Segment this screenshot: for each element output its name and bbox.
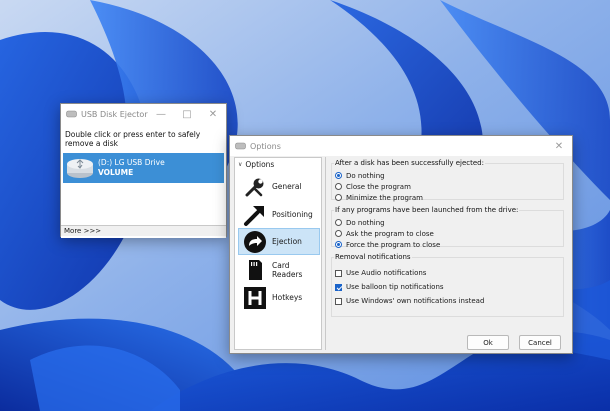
cancel-button[interactable]: Cancel [519,335,561,350]
sd-card-icon [249,259,262,280]
nav-item-positioning[interactable]: Positioning [238,201,320,228]
nav-item-hotkeys[interactable]: Hotkeys [238,284,320,311]
option-label: Ask the program to close [346,229,434,238]
windows-notifications-option[interactable]: Use Windows' own notifications instead [332,294,563,308]
maximize-button[interactable]: □ [174,104,200,124]
options-nav-tree: ∨ Options General Positioning Ejection C… [234,157,322,350]
drive-list-item[interactable]: (D:) LG USB Drive VOLUME [63,153,224,183]
nav-item-general[interactable]: General [238,173,320,200]
minimize-button[interactable]: — [148,104,174,124]
nav-root-label: Options [245,160,275,169]
options-title: Options [250,141,281,151]
programs-option-ask-close[interactable]: Ask the program to close [332,228,563,239]
option-label: Use Windows' own notifications instead [346,297,485,305]
h-key-icon [244,286,266,309]
arrow-icon [244,205,264,226]
close-button[interactable]: ✕ [200,104,226,124]
option-label: Do nothing [346,218,385,227]
group-title: If any programs have been launched from … [334,206,520,214]
usb-drive-icon [235,142,246,150]
nav-item-label: Positioning [272,210,313,219]
option-label: Close the program [346,182,411,191]
checkbox[interactable] [335,269,342,277]
eject-icon [244,230,266,253]
radio-button[interactable] [335,183,342,190]
balloon-tip-notifications-option[interactable]: Use balloon tip notifications [332,280,563,294]
drive-name: (D:) LG USB Drive [98,158,165,167]
radio-button[interactable] [335,219,342,226]
nav-item-card-readers[interactable]: Card Readers [238,256,320,283]
after-eject-option-minimize[interactable]: Minimize the program [332,192,563,203]
radio-button[interactable] [335,230,342,237]
nav-root[interactable]: ∨ Options [235,158,321,171]
eject-hint: Double click or press enter to safely re… [65,130,201,148]
radio-button[interactable] [335,194,342,201]
group-title: After a disk has been successfully eject… [334,159,485,167]
ejector-titlebar[interactable]: USB Disk Ejector — □ ✕ [61,104,226,124]
removal-notifications-group: Removal notifications Use Audio notifica… [331,253,564,317]
option-label: Force the program to close [346,240,441,249]
close-button[interactable]: ✕ [546,136,572,156]
nav-item-ejection[interactable]: Ejection [238,228,320,255]
nav-item-label: Ejection [272,237,302,246]
options-titlebar[interactable]: Options ✕ [230,136,572,156]
radio-button[interactable] [335,241,342,248]
programs-option-force-close[interactable]: Force the program to close [332,239,563,250]
after-eject-group: After a disk has been successfully eject… [331,159,564,203]
ejector-title: USB Disk Ejector [81,109,148,119]
options-window: Options ✕ ∨ Options General Positioning [229,135,573,354]
usb-drive-icon [66,110,77,118]
audio-notifications-option[interactable]: Use Audio notifications [332,266,563,280]
option-label: Use Audio notifications [346,269,427,277]
option-label: Use balloon tip notifications [346,283,444,291]
after-eject-option-close[interactable]: Close the program [332,181,563,192]
radio-button[interactable] [335,172,342,179]
after-eject-option-do-nothing[interactable]: Do nothing [332,170,563,181]
group-title: Removal notifications [334,253,412,261]
nav-item-label: Hotkeys [272,293,303,302]
chevron-down-icon[interactable]: ∨ [238,161,242,168]
wrench-icon [245,178,264,196]
programs-option-do-nothing[interactable]: Do nothing [332,217,563,228]
nav-item-label: General [272,182,302,191]
option-label: Do nothing [346,171,385,180]
checkbox[interactable] [335,283,342,291]
usb-drive-icon [67,159,93,178]
drive-volume-label: VOLUME [98,168,134,177]
nav-item-label: Card Readers [272,260,303,279]
checkbox[interactable] [335,297,342,305]
ok-button[interactable]: Ok [467,335,509,350]
usb-disk-ejector-window: USB Disk Ejector — □ ✕ Double click or p… [60,103,227,238]
ejection-settings-panel: After a disk has been successfully eject… [325,157,569,350]
programs-launched-group: If any programs have been launched from … [331,206,564,250]
option-label: Minimize the program [346,193,423,202]
more-button[interactable]: More >>> [61,225,226,236]
